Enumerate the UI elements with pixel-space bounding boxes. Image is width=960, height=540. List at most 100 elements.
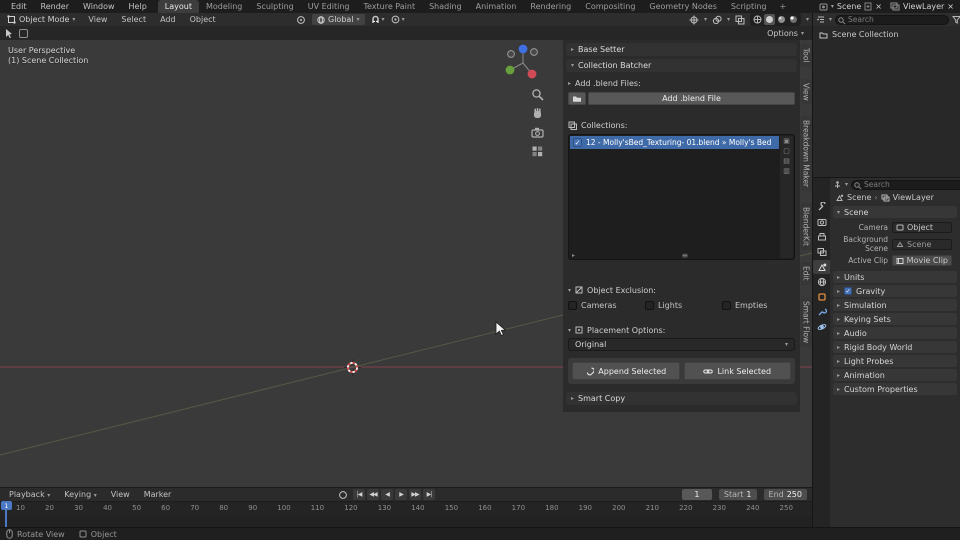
topbar-menu-item[interactable]: Edit — [4, 0, 34, 13]
shading-solid-button[interactable] — [763, 14, 775, 25]
zoom-tool-icon[interactable] — [531, 88, 544, 101]
placement-dropdown[interactable]: Original ▾ — [568, 338, 795, 351]
light-probes-section[interactable]: ▸ Light Probes — [833, 355, 957, 367]
outliner-scene-collection[interactable]: Scene Collection — [813, 26, 960, 43]
tool-properties-tab[interactable] — [813, 200, 830, 214]
cameras-checkbox-row[interactable]: Cameras — [568, 301, 641, 310]
workspace-tab[interactable]: Modeling — [199, 0, 249, 13]
playback-button[interactable]: ▶| — [423, 489, 435, 500]
sidebar-tab[interactable]: BlenderKit — [800, 203, 812, 251]
open-folder-button[interactable] — [568, 92, 586, 105]
breadcrumb-scene[interactable]: Scene — [847, 193, 871, 202]
view-menu[interactable]: View — [104, 488, 137, 501]
list-tool-button[interactable]: ▤ — [783, 157, 790, 165]
append-selected-button[interactable]: Append Selected — [572, 362, 680, 380]
active-tool-icon[interactable] — [4, 28, 15, 39]
workspace-tab[interactable]: Compositing — [578, 0, 642, 13]
active-clip-value[interactable]: Movie Clip — [892, 255, 952, 266]
workspace-tab[interactable]: UV Editing — [301, 0, 357, 13]
show-overlays-toggle[interactable] — [712, 15, 722, 25]
list-tool-button[interactable]: ▢ — [783, 147, 790, 155]
camera-field-value[interactable]: Object — [892, 222, 952, 233]
start-frame-field[interactable]: Start 1 — [718, 489, 757, 500]
playback-button[interactable]: |◀ — [353, 489, 365, 500]
camera-view-icon[interactable] — [531, 126, 544, 139]
units-section[interactable]: ▸ Units — [833, 271, 957, 283]
playhead-frame-tag[interactable]: 1 — [1, 501, 12, 510]
navigation-gizmo[interactable] — [500, 42, 546, 86]
link-selected-button[interactable]: Link Selected — [683, 362, 791, 380]
end-frame-field[interactable]: End 250 — [763, 489, 807, 500]
simulation-section[interactable]: ▸ Simulation — [833, 299, 957, 311]
sidebar-tab[interactable]: Smart Flow — [800, 297, 812, 348]
mode-dropdown[interactable]: Object Mode ▾ — [2, 13, 80, 26]
topbar-menu-item[interactable]: Help — [122, 0, 154, 13]
scene-properties-tab[interactable] — [813, 260, 830, 274]
marker-menu[interactable]: Marker — [137, 488, 179, 501]
toggle-ortho-grid-icon[interactable] — [531, 145, 544, 158]
playback-button[interactable]: ◀ — [381, 489, 393, 500]
keying-menu[interactable]: Keying ▾ — [57, 488, 103, 502]
playback-button[interactable]: ▶ — [395, 489, 407, 500]
show-gizmo-toggle[interactable] — [689, 15, 699, 25]
scene-name[interactable]: Scene — [837, 2, 861, 11]
empties-checkbox[interactable] — [722, 301, 731, 310]
collection-batcher-panel-header[interactable]: ▾ Collection Batcher — [566, 59, 797, 72]
base-setter-panel-header[interactable]: ▸ Base Setter — [566, 43, 797, 56]
animation-section[interactable]: ▸ Animation — [833, 369, 957, 381]
scene-selector-caret-icon[interactable]: ▾ — [831, 3, 834, 10]
workspace-tab[interactable]: Shading — [422, 0, 469, 13]
properties-editor-type-icon[interactable] — [833, 180, 842, 189]
rigid-body-world-section[interactable]: ▸ Rigid Body World — [833, 341, 957, 353]
audio-section[interactable]: ▸ Audio — [833, 327, 957, 339]
shading-rendered-button[interactable] — [788, 14, 799, 25]
editor-type-caret-icon[interactable]: ▾ — [829, 16, 832, 23]
shading-wireframe-button[interactable] — [752, 14, 763, 25]
topbar-menu-item[interactable]: Window — [76, 0, 122, 13]
add-blend-files-header[interactable]: ▸ Add .blend Files: — [568, 77, 795, 89]
workspace-tab[interactable]: Scripting — [724, 0, 774, 13]
transform-pivot-icon[interactable] — [296, 15, 306, 25]
playback-menu[interactable]: Playback ▾ — [2, 488, 57, 502]
shading-caret-icon[interactable]: ▾ — [806, 16, 809, 23]
workspace-tab[interactable]: Geometry Nodes — [642, 0, 723, 13]
viewlayer-name[interactable]: ViewLayer — [903, 2, 944, 11]
keying-sets-section[interactable]: ▸ Keying Sets — [833, 313, 957, 325]
workspace-tab[interactable]: Rendering — [523, 0, 578, 13]
move-view-hand-icon[interactable] — [531, 107, 544, 120]
collection-checkbox-checked[interactable]: ✓ — [573, 138, 582, 147]
viewport-menu-item[interactable]: Select — [114, 13, 153, 26]
viewport-3d[interactable]: User Perspective (1) Scene Collection To… — [0, 40, 812, 487]
delete-scene-icon[interactable]: × — [875, 2, 882, 11]
modifier-properties-tab[interactable] — [813, 305, 830, 319]
viewport-menu-item[interactable]: Add — [153, 13, 183, 26]
workspace-tab[interactable]: Layout — [157, 0, 199, 13]
options-dropdown[interactable]: Options ▾ — [767, 26, 804, 40]
smart-copy-panel-header[interactable]: ▸ Smart Copy — [566, 392, 797, 405]
workspace-tab[interactable]: Animation — [469, 0, 524, 13]
sidebar-tab[interactable]: Edit — [800, 262, 812, 286]
properties-search-input[interactable] — [851, 179, 960, 190]
gravity-section[interactable]: ▸ ✓ Gravity — [833, 285, 957, 297]
list-resize-grip-icon[interactable]: ≡ — [682, 251, 689, 260]
breadcrumb-viewlayer[interactable]: ViewLayer — [893, 193, 934, 202]
object-exclusion-header[interactable]: ▾ Object Exclusion: — [568, 284, 795, 296]
overlays-caret-icon[interactable]: ▾ — [727, 16, 730, 23]
render-properties-tab[interactable] — [813, 215, 830, 229]
add-workspace-button[interactable]: + — [773, 2, 792, 11]
snap-toggle[interactable]: ▾ — [371, 15, 385, 24]
sidebar-tab[interactable]: View — [800, 78, 812, 105]
auto-keyframe-icon[interactable] — [338, 490, 348, 500]
empties-checkbox-row[interactable]: Empties — [722, 301, 795, 310]
topbar-menu-item[interactable]: Render — [34, 0, 76, 13]
sidebar-tab[interactable]: Tool — [800, 44, 812, 67]
delete-viewlayer-icon[interactable]: × — [947, 2, 954, 11]
viewlayer-properties-tab[interactable] — [813, 245, 830, 259]
list-tool-button[interactable]: ▣ — [783, 137, 790, 145]
placement-options-header[interactable]: ▾ Placement Options: — [568, 324, 795, 336]
viewport-menu-item[interactable]: View — [81, 13, 114, 26]
object-properties-tab[interactable] — [813, 290, 830, 304]
cameras-checkbox[interactable] — [568, 301, 577, 310]
timeline-tracks-area[interactable] — [0, 517, 812, 527]
outliner-editor-type-icon[interactable] — [816, 15, 826, 24]
